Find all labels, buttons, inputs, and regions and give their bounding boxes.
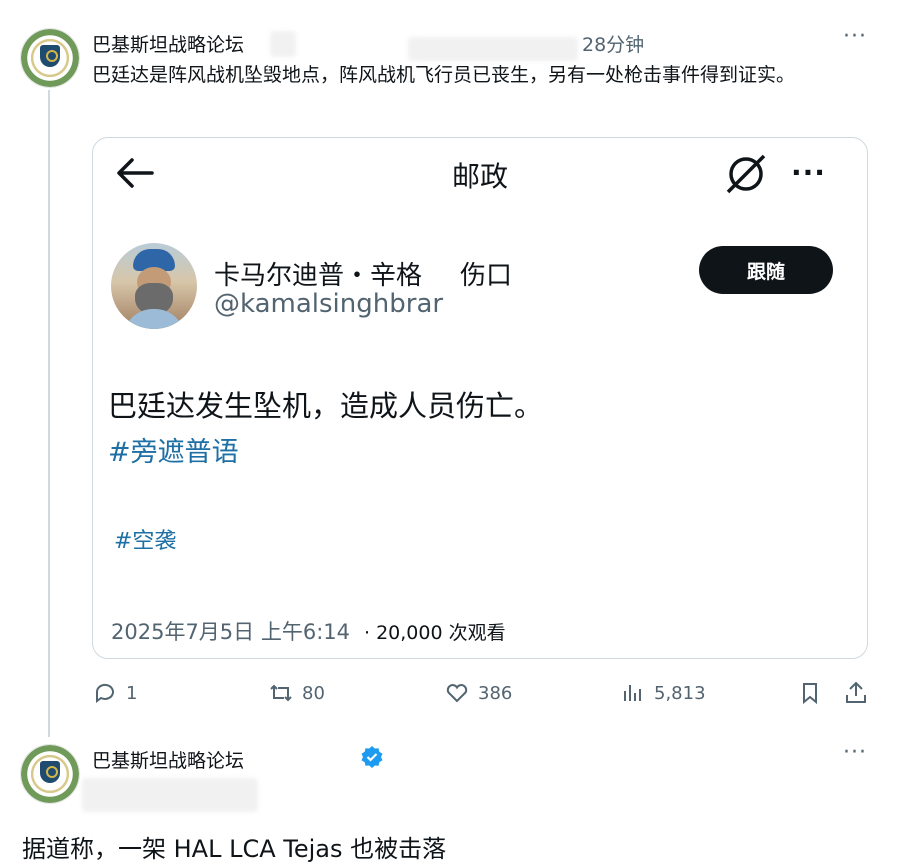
card-header-title: 邮政 (452, 160, 509, 193)
bar-chart-icon (624, 685, 641, 701)
retweet-icon (270, 684, 292, 702)
avatar[interactable] (20, 28, 80, 88)
post-timestamp: 2025年7月5日 上午6:14 · 20,000 次观看 (111, 616, 506, 646)
hashtag-link[interactable]: #旁遮普语 (108, 430, 239, 469)
post-date[interactable]: 2025年7月5日 上午6:14 (111, 620, 350, 644)
view-count: · 20,000 次观看 (364, 622, 506, 644)
hashtag-link[interactable]: #空袭 (114, 523, 176, 555)
verified-badge-icon (360, 745, 384, 769)
more-options-icon[interactable]: ··· (843, 740, 867, 765)
x-logo-icon[interactable] (722, 150, 770, 196)
post-time[interactable]: 28分钟 (582, 30, 644, 57)
author-extra-label: 伤口 (460, 261, 513, 291)
views-count: 5,813 (654, 682, 706, 704)
author-handle[interactable]: @kamalsinghbrar (214, 289, 443, 319)
bookmark-icon[interactable] (797, 680, 823, 706)
like-count: 386 (478, 682, 513, 704)
share-icon[interactable] (843, 680, 869, 706)
forum-emblem-icon (40, 761, 60, 783)
reply-count: 1 (126, 682, 138, 704)
reply-icon (95, 683, 114, 703)
heart-icon (446, 684, 468, 703)
author-name[interactable]: 卡马尔迪普・辛格 伤口 (214, 255, 512, 292)
quoted-post-text: 巴廷达发生坠机，造成人员伤亡。 (108, 389, 544, 423)
like-button[interactable]: 386 (444, 680, 512, 706)
post-text: 巴廷达是阵风战机坠毁地点，阵风战机飞行员已丧生，另有一处枪击事件得到证实。 (92, 64, 796, 86)
author-avatar[interactable] (111, 243, 197, 329)
author-name-text: 卡马尔迪普・辛格 (214, 261, 423, 291)
retweet-button[interactable]: 80 (268, 680, 325, 706)
redacted-handle (408, 37, 578, 61)
reply-button[interactable]: 1 (92, 680, 137, 706)
back-arrow-icon[interactable] (114, 155, 158, 191)
card-more-icon[interactable]: ··· (791, 156, 826, 189)
forum-emblem-icon (40, 45, 60, 67)
views-button[interactable]: 5,813 (620, 680, 706, 706)
post-author-name[interactable]: 巴基斯坦战略论坛 (92, 746, 244, 773)
post-author-name[interactable]: 巴基斯坦战略论坛 (92, 30, 244, 57)
follow-button[interactable]: 跟随 (699, 246, 833, 294)
thread-connector-line (48, 90, 50, 737)
more-options-icon[interactable]: ··· (843, 24, 867, 49)
redacted-text (82, 778, 258, 812)
redacted-handle (270, 31, 296, 57)
avatar[interactable] (20, 744, 80, 804)
retweet-count: 80 (302, 682, 325, 704)
